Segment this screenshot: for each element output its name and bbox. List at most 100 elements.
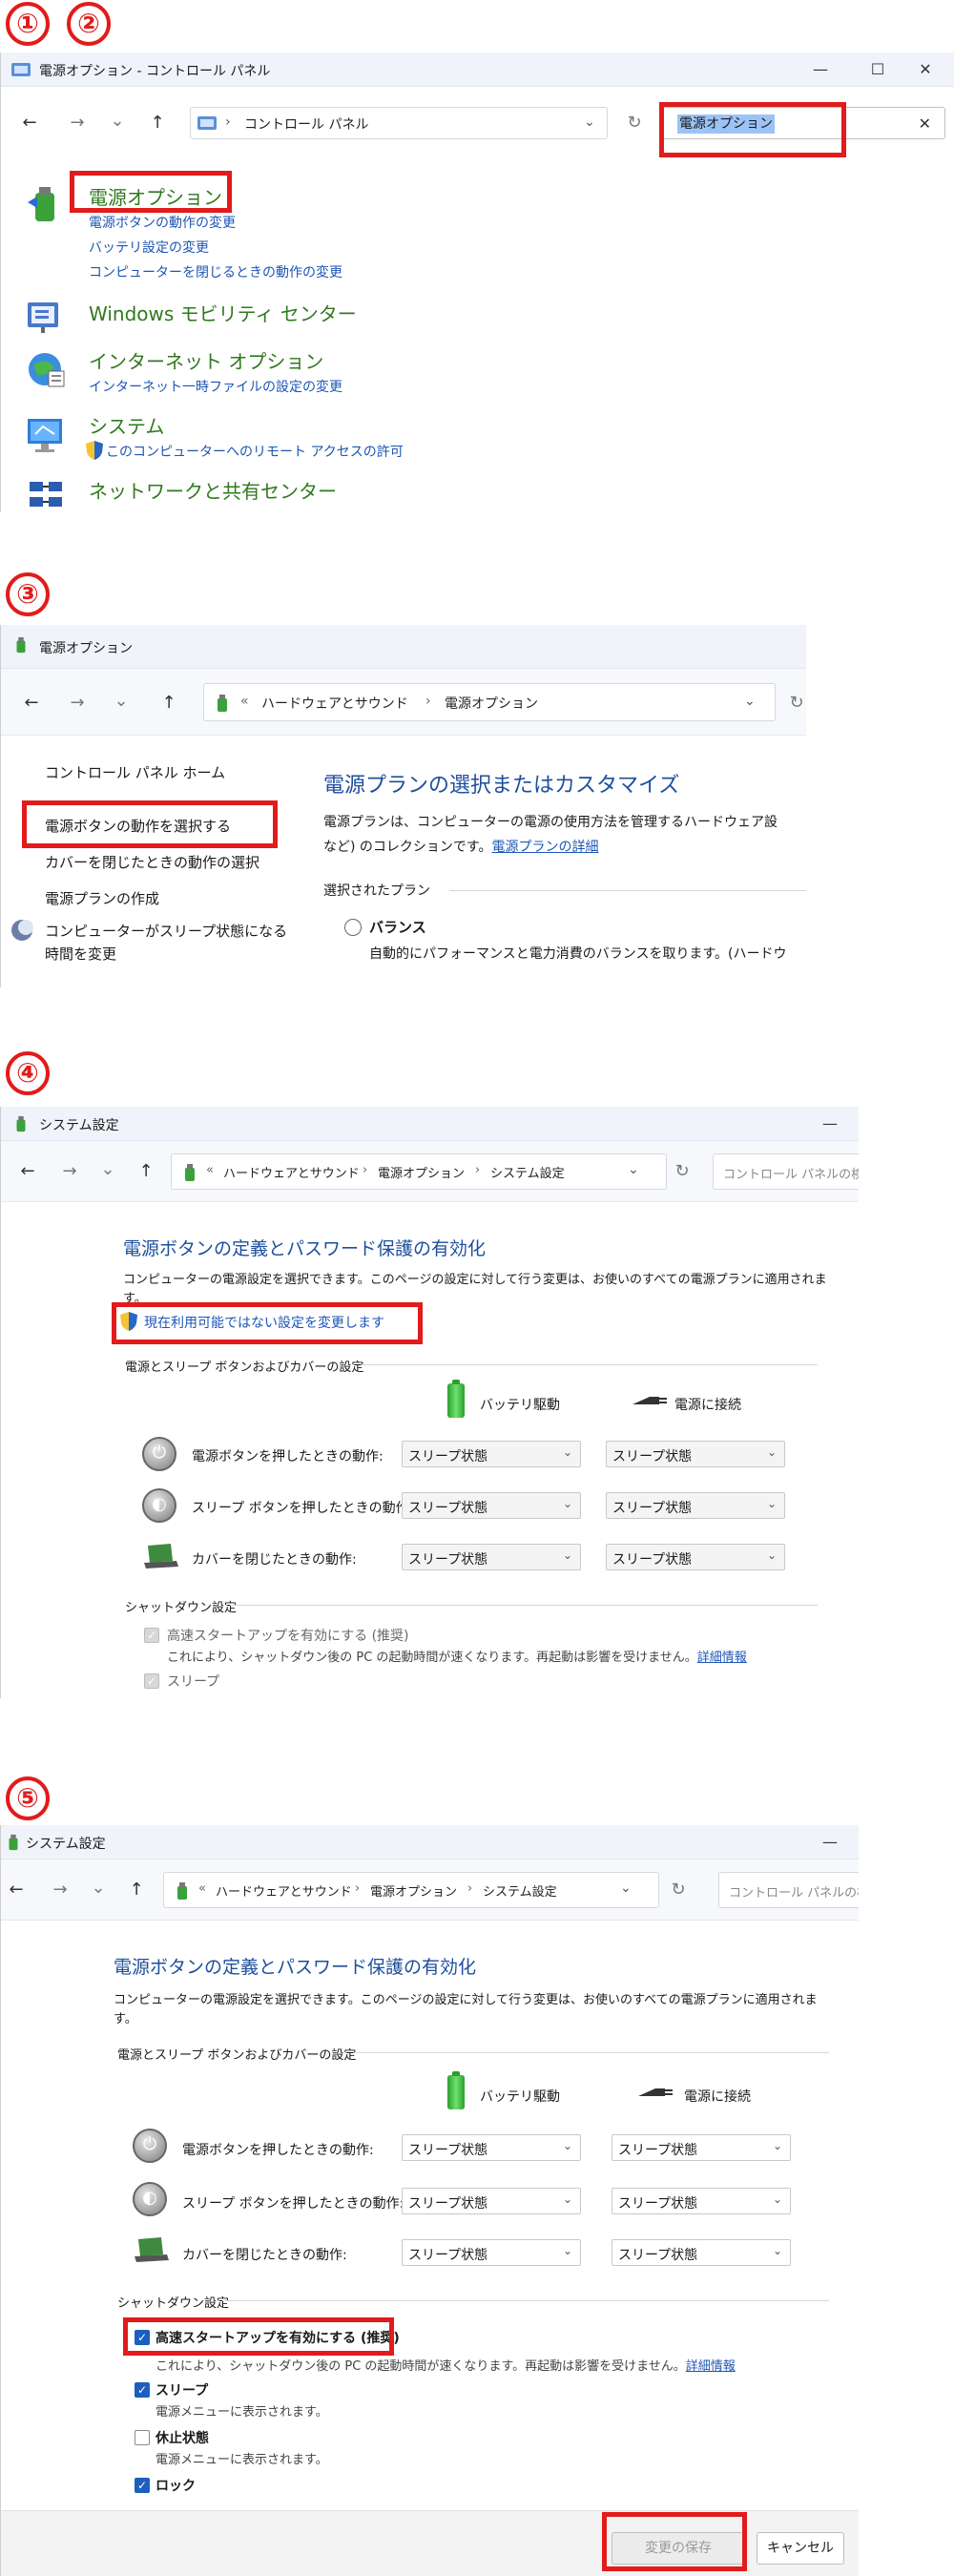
result-network-center-title[interactable]: ネットワークと共有センター bbox=[89, 476, 337, 504]
breadcrumb-separator: › bbox=[225, 114, 231, 130]
lock-checkbox[interactable]: ✓ bbox=[135, 2478, 150, 2493]
address-bar[interactable]: « ハードウェアとサウンド › 電源オプション › システム設定 ⌄ bbox=[163, 1872, 659, 1908]
up-arrow-icon[interactable]: ↑ bbox=[133, 1158, 159, 1185]
back-arrow-icon[interactable]: ← bbox=[16, 110, 43, 136]
sidebar-control-panel-home[interactable]: コントロール パネル ホーム bbox=[45, 762, 225, 782]
search-input[interactable]: コントロール パネルの検 bbox=[729, 1882, 859, 1901]
details-link[interactable]: 詳細情報 bbox=[697, 1651, 747, 1665]
recent-chevron-icon[interactable]: ⌄ bbox=[85, 1875, 112, 1901]
minimize-button[interactable]: — bbox=[811, 1831, 849, 1854]
close-lid-battery-select[interactable]: スリープ状態 ⌄ bbox=[402, 2239, 581, 2266]
breadcrumb-power-options[interactable]: 電源オプション bbox=[370, 1881, 457, 1900]
breadcrumb-system-settings[interactable]: システム設定 bbox=[483, 1881, 557, 1900]
back-arrow-icon[interactable]: ← bbox=[3, 1877, 30, 1903]
hibernate-checkbox[interactable] bbox=[135, 2430, 150, 2445]
plan-balanced-desc: 自動的にパフォーマンスと電力消費のバランスを取ります。(ハードウ bbox=[369, 946, 787, 962]
internet-options-icon bbox=[29, 353, 65, 387]
address-dropdown-chevron-icon[interactable]: ⌄ bbox=[584, 114, 595, 130]
sidebar-create-plan[interactable]: 電源プランの作成 bbox=[45, 888, 159, 908]
search-box[interactable]: コントロール パネルの検索 bbox=[713, 1153, 859, 1190]
group-shutdown-label: シャットダウン設定 bbox=[117, 2296, 230, 2311]
sidebar-sleep-time-line2[interactable]: 時間を変更 bbox=[45, 944, 116, 964]
back-arrow-icon[interactable]: ← bbox=[18, 690, 45, 717]
link-remote-access[interactable]: このコンピューターへのリモート アクセスの許可 bbox=[106, 442, 404, 461]
breadcrumb-hardware-sound[interactable]: ハードウェアとサウンド bbox=[216, 1881, 352, 1900]
address-dropdown-chevron-icon[interactable]: ⌄ bbox=[620, 1880, 632, 1896]
recent-chevron-icon[interactable]: ⌄ bbox=[94, 1156, 121, 1183]
system-icon bbox=[28, 419, 62, 452]
recent-chevron-icon[interactable]: ⌄ bbox=[104, 108, 131, 135]
breadcrumb-control-panel[interactable]: コントロール パネル bbox=[244, 114, 368, 134]
description-line2: など) のコレクションです。電源プランの詳細 bbox=[323, 840, 599, 855]
address-dropdown-chevron-icon[interactable]: ⌄ bbox=[744, 694, 756, 709]
forward-arrow-icon[interactable]: → bbox=[64, 690, 91, 717]
result-system-title[interactable]: システム bbox=[89, 411, 164, 439]
breadcrumb-power-options[interactable]: 電源オプション bbox=[378, 1163, 465, 1181]
refresh-icon[interactable]: ↻ bbox=[669, 1158, 695, 1185]
breadcrumb-overflow[interactable]: « bbox=[206, 1163, 214, 1177]
sleep-label[interactable]: スリープ bbox=[156, 2380, 208, 2399]
sleep-desc: 電源メニューに表示されます。 bbox=[156, 2405, 328, 2420]
divider bbox=[230, 1605, 818, 1606]
highlight-change-settings bbox=[112, 1302, 423, 1344]
close-lid-ac-select[interactable]: スリープ状態 ⌄ bbox=[612, 2239, 791, 2266]
lock-label[interactable]: ロック bbox=[156, 2476, 196, 2495]
details-link[interactable]: 詳細情報 bbox=[686, 2359, 736, 2374]
minimize-button[interactable]: — bbox=[811, 1112, 849, 1135]
breadcrumb-hardware-sound[interactable]: ハードウェアとサウンド bbox=[261, 694, 408, 713]
link-change-battery[interactable]: バッテリ設定の変更 bbox=[89, 238, 209, 257]
link-close-lid[interactable]: コンピューターを閉じるときの動作の変更 bbox=[89, 262, 342, 281]
sidebar-close-lid[interactable]: カバーを閉じたときの動作の選択 bbox=[45, 852, 259, 872]
col-ac-label: 電源に接続 bbox=[684, 2089, 751, 2105]
window-title: 電源オプション bbox=[39, 641, 133, 656]
up-arrow-icon[interactable]: ↑ bbox=[123, 1877, 150, 1903]
divider bbox=[363, 1364, 818, 1365]
back-arrow-icon[interactable]: ← bbox=[14, 1158, 41, 1185]
description-line2: す。 bbox=[114, 2012, 137, 2026]
group-power-sleep-label: 電源とスリープ ボタンおよびカバーの設定 bbox=[125, 1361, 364, 1375]
breadcrumb-overflow[interactable]: « bbox=[240, 694, 249, 709]
address-bar[interactable]: › コントロール パネル ⌄ bbox=[190, 107, 608, 139]
hibernate-label[interactable]: 休止状態 bbox=[156, 2428, 209, 2447]
search-input[interactable]: コントロール パネルの検索 bbox=[723, 1164, 859, 1182]
address-dropdown-chevron-icon[interactable]: ⌄ bbox=[628, 1162, 639, 1177]
result-internet-options-title[interactable]: インターネット オプション bbox=[89, 346, 323, 374]
recent-chevron-icon[interactable]: ⌄ bbox=[108, 688, 135, 715]
up-arrow-icon[interactable]: ↑ bbox=[156, 690, 182, 717]
power-button-ac-select[interactable]: スリープ状態 ⌄ bbox=[612, 2134, 791, 2161]
control-panel-icon bbox=[11, 63, 31, 76]
search-box[interactable]: コントロール パネルの検 bbox=[718, 1872, 859, 1908]
address-bar[interactable]: « ハードウェアとサウンド › 電源オプション › システム設定 ⌄ bbox=[171, 1153, 667, 1190]
cancel-button[interactable]: キャンセル bbox=[757, 2532, 844, 2565]
refresh-icon[interactable]: ↻ bbox=[783, 690, 806, 717]
sleep-button-ac-select[interactable]: スリープ状態 ⌄ bbox=[612, 2188, 791, 2214]
forward-arrow-icon[interactable]: → bbox=[47, 1877, 73, 1903]
power-button-battery-select[interactable]: スリープ状態 ⌄ bbox=[402, 2134, 581, 2161]
row-power-button-label: 電源ボタンを押したときの動作: bbox=[182, 2143, 374, 2158]
link-temp-files[interactable]: インターネット一時ファイルの設定の変更 bbox=[89, 377, 342, 396]
fast-startup-desc: これにより、シャットダウン後の PC の起動時間が速くなります。再起動は影響を受… bbox=[156, 2359, 736, 2374]
sleep-button-battery-select[interactable]: スリープ状態 ⌄ bbox=[402, 2188, 581, 2214]
link-change-power-button[interactable]: 電源ボタンの動作の変更 bbox=[89, 213, 236, 232]
clear-search-icon[interactable]: ✕ bbox=[919, 114, 931, 133]
refresh-icon[interactable]: ↻ bbox=[621, 110, 648, 136]
result-mobility-center-title[interactable]: Windows モビリティ センター bbox=[89, 299, 357, 326]
maximize-button[interactable]: ☐ bbox=[859, 58, 897, 81]
plan-details-link[interactable]: 電源プランの詳細 bbox=[492, 840, 599, 855]
address-bar[interactable]: « ハードウェアとサウンド › 電源オプション ⌄ bbox=[203, 683, 776, 721]
plan-balanced-label[interactable]: バランス bbox=[369, 917, 426, 937]
sidebar-sleep-time[interactable]: コンピューターがスリープ状態になる bbox=[45, 921, 287, 941]
breadcrumb-power-options[interactable]: 電源オプション bbox=[445, 694, 538, 713]
forward-arrow-icon[interactable]: → bbox=[56, 1158, 83, 1185]
divider bbox=[356, 2052, 829, 2053]
sleep-checkbox[interactable]: ✓ bbox=[135, 2382, 150, 2398]
refresh-icon[interactable]: ↻ bbox=[665, 1877, 692, 1903]
up-arrow-icon[interactable]: ↑ bbox=[144, 110, 171, 136]
breadcrumb-hardware-sound[interactable]: ハードウェアとサウンド bbox=[223, 1163, 360, 1181]
forward-arrow-icon[interactable]: → bbox=[64, 110, 91, 136]
close-button[interactable]: ✕ bbox=[906, 58, 944, 81]
plan-balanced-radio[interactable] bbox=[344, 919, 362, 936]
breadcrumb-system-settings[interactable]: システム設定 bbox=[490, 1163, 565, 1181]
minimize-button[interactable]: — bbox=[801, 58, 840, 81]
breadcrumb-overflow[interactable]: « bbox=[198, 1881, 206, 1896]
